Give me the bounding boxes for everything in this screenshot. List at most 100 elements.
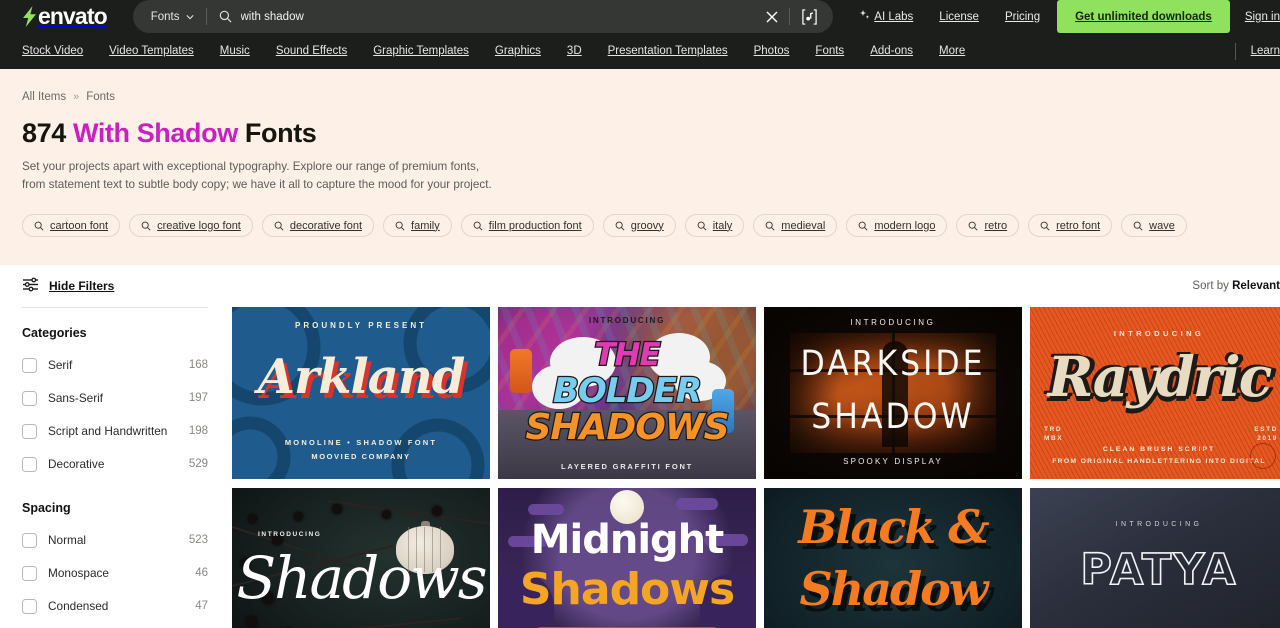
card-left-mark: TRD MBX [1044,426,1064,442]
card-kicker: INTRODUCING [1115,520,1203,528]
breadcrumb-item-all-items[interactable]: All Items [22,91,66,103]
card-subtitle-2: FROM ORIGINAL HANDLETTERING INTO DIGITAL [1052,458,1266,465]
search-input[interactable] [240,10,762,23]
filter-option-script-and-handwritten[interactable]: Script and Handwritten 198 [22,419,208,443]
berry [294,511,303,521]
tag-chip-label: decorative font [289,219,363,232]
search-icon [1040,221,1050,230]
checkbox[interactable] [22,598,37,614]
top-header: envato Fonts with shadow AI Labs License… [0,0,1280,33]
nav-item-learn[interactable]: Learn [1236,45,1280,57]
tag-chip-creative-logo-font[interactable]: creative logo font [129,214,253,237]
header-link-ai-labs[interactable]: AI Labs [847,0,926,33]
tag-chip-retro[interactable]: retro [956,214,1020,237]
filter-option-monospace[interactable]: Monospace 46 [22,561,208,585]
sign-in-link[interactable]: Sign in [1230,11,1280,23]
card-title-line-2: Shadows [519,563,735,615]
card-kicker: INTRODUCING [850,318,936,327]
nav-item-music[interactable]: Music [207,33,263,69]
checkbox[interactable] [22,532,37,548]
search-bar[interactable]: Fonts [132,0,834,33]
logo-text: envato [38,3,108,29]
sort-selector[interactable]: Sort by Relevant [1192,280,1280,292]
tag-chip-family[interactable]: family [383,214,452,237]
breadcrumb-item-fonts[interactable]: Fonts [86,91,115,103]
filter-option-label: Script and Handwritten [48,424,168,438]
bolt-icon [22,6,37,27]
font-card-patya[interactable]: INTRODUCING PATYA OUTLINE SHADOW VOL. 01 [1030,487,1280,628]
checkbox[interactable] [22,357,37,373]
font-card-raydric[interactable]: INTRODUCING Raydric TRD MBX ESTD 2019 CL… [1030,307,1280,479]
nav-item-stock-video[interactable]: Stock Video [22,33,96,69]
card-kicker: INTRODUCING [258,530,322,538]
header-link-license[interactable]: License [926,0,992,33]
tag-chip-cartoon-font[interactable]: cartoon font [22,214,121,237]
berry [382,509,391,519]
header-links: AI Labs License Pricing Get unlimited do… [847,0,1280,33]
nav-item-3d[interactable]: 3D [554,33,595,69]
filter-group-spacing: Spacing Normal 523 Monospace 46 Condense… [22,501,208,628]
filter-option-label: Serif [48,358,73,372]
nav-item-video-templates[interactable]: Video Templates [96,33,207,69]
tag-chip-label: wave [1149,219,1175,232]
font-card-arkland[interactable]: PROUNDLY PRESENT Arkland MONOLINE • SHAD… [232,307,490,479]
header-link-pricing[interactable]: Pricing [992,0,1053,33]
nav-item-sound-effects[interactable]: Sound Effects [263,33,360,69]
page-title-count: 874 [22,118,66,148]
checkbox[interactable] [22,390,37,406]
search-icon [34,221,44,230]
search-icon [141,221,151,230]
berry [246,615,257,627]
card-title-line-1: Midnight [530,516,725,563]
sparkle-icon [860,10,870,23]
tag-chip-film-production-font[interactable]: film production font [460,214,594,237]
checkbox[interactable] [22,423,37,439]
filter-option-sans-serif[interactable]: Sans-Serif 197 [22,386,208,410]
filter-group-title: Spacing [22,501,71,515]
tag-chip-italy[interactable]: italy [684,214,745,237]
search-icon [1133,221,1143,230]
get-unlimited-downloads-button[interactable]: Get unlimited downloads [1057,0,1230,33]
font-card-shadows[interactable]: INTRODUCING Shadows A SIGNATURE FONT [232,487,490,628]
hide-filters-button[interactable]: Hide Filters [22,277,114,295]
envato-logo[interactable]: envato [22,0,108,33]
filter-option-count: 529 [188,458,208,470]
image-search-icon[interactable] [796,6,822,28]
checkbox[interactable] [22,565,37,581]
filter-group-categories: Categories Serif 168 Sans-Serif 197 Scri… [22,326,208,476]
search-icon [858,221,868,230]
nav-item-more[interactable]: More [926,33,978,69]
nav-item-photos[interactable]: Photos [741,33,803,69]
font-card-black-and-shadow[interactable]: Black & Shadow - HANDWRITTEN FONT - [764,487,1022,628]
filter-option-serif[interactable]: Serif 168 [22,353,208,377]
tag-chip-wave[interactable]: wave [1121,214,1187,237]
filter-option-decorative[interactable]: Decorative 529 [22,452,208,476]
nav-item-add-ons[interactable]: Add-ons [857,33,926,69]
tag-chip-groovy[interactable]: groovy [602,214,676,237]
berry [248,513,257,523]
nav-item-fonts[interactable]: Fonts [802,33,857,69]
tag-chip-retro-font[interactable]: retro font [1028,214,1113,237]
checkbox[interactable] [22,456,37,472]
hero-section: All Items » Fonts 874 With Shadow Fonts … [0,69,1280,265]
nav-item-graphics[interactable]: Graphics [482,33,554,69]
nav-item-graphic-templates[interactable]: Graphic Templates [360,33,482,69]
tag-chip-medieval[interactable]: medieval [753,214,838,237]
nav-right-group: Learn [1234,33,1280,69]
search-category-selector[interactable]: Fonts [151,11,194,23]
filter-option-count: 46 [195,567,208,579]
clear-search-button[interactable] [761,6,783,28]
font-card-midnight-shadows[interactable]: Midnight Shadows a playful display font [498,487,756,628]
font-card-the-bolder-shadows[interactable]: INTRODUCING THE BOLDER SHADOWS LAYERED G… [498,307,756,479]
filter-option-normal[interactable]: Normal 523 [22,528,208,552]
filter-sliders-icon [22,277,39,295]
tag-chip-decorative-font[interactable]: decorative font [261,214,375,237]
content-area: Categories Serif 168 Sans-Serif 197 Scri… [0,307,1280,628]
nav-item-presentation-templates[interactable]: Presentation Templates [595,33,741,69]
font-card-darkside-shadow[interactable]: INTRODUCING DARKSIDE SHADOW SPOOKY DISPL… [764,307,1022,479]
card-kicker: INTRODUCING [588,316,666,325]
filter-option-condensed[interactable]: Condensed 47 [22,594,208,618]
tag-chip-label: film production font [488,219,582,232]
tag-chip-modern-logo[interactable]: modern logo [846,214,948,237]
